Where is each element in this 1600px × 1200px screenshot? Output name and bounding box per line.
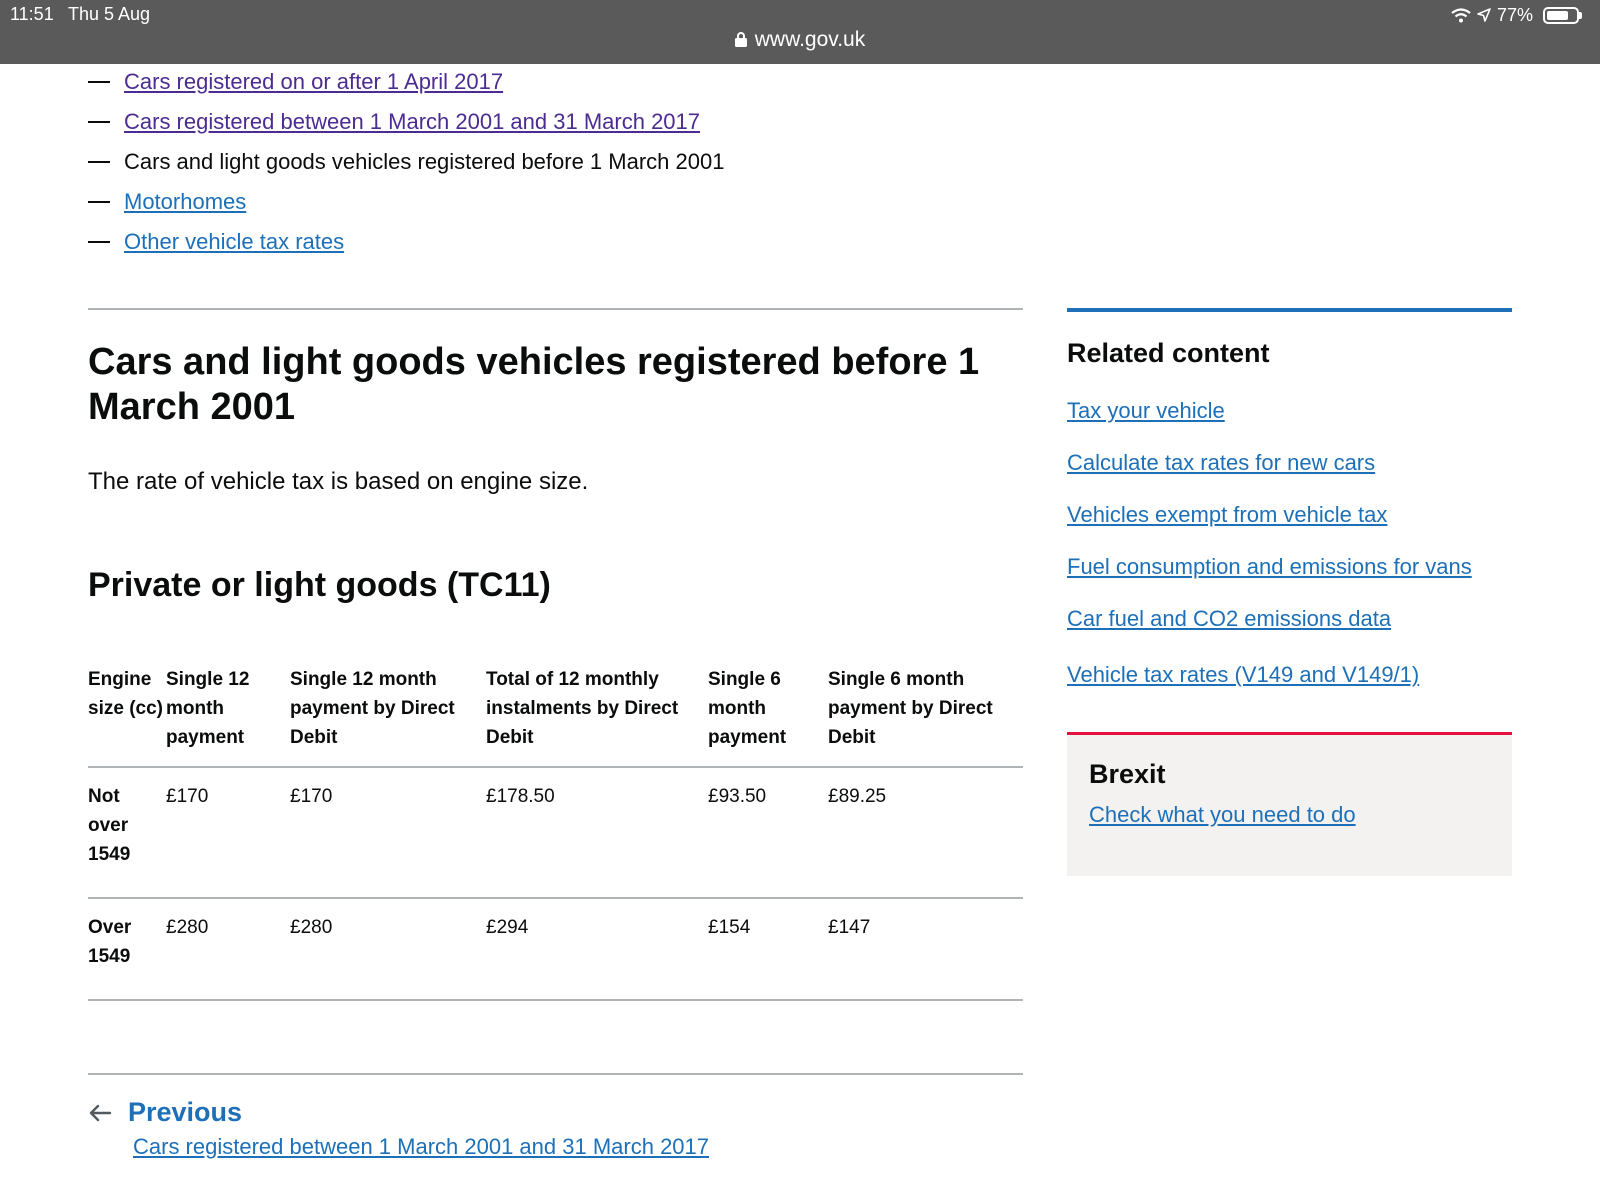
table-cell: £294 — [486, 898, 708, 1001]
main-content: Cars and light goods vehicles registered… — [88, 308, 1023, 1160]
related-link-vans[interactable]: Fuel consumption and emissions for vans — [1067, 541, 1512, 593]
related-link-co2[interactable]: Car fuel and CO2 emissions data — [1067, 593, 1512, 645]
related-divider — [1067, 308, 1512, 312]
col-total-12-dd: Total of 12 monthly instalments by Direc… — [486, 655, 708, 768]
related-title: Related content — [1067, 338, 1270, 368]
contents-item: Cars and light goods vehicles registered… — [88, 142, 724, 182]
col-engine-size: Engine size (cc) — [88, 655, 166, 768]
contents-list: Cars registered on or after 1 April 2017… — [88, 62, 724, 262]
brexit-link[interactable]: Check what you need to do — [1089, 802, 1356, 828]
table-row: Not over 1549 £170 £170 £178.50 £93.50 £… — [88, 767, 1023, 899]
col-single-6-dd: Single 6 month payment by Direct Debit — [828, 655, 1023, 768]
col-single-12: Single 12 month payment — [166, 655, 290, 768]
table-cell: £280 — [290, 898, 486, 1001]
page-title: Cars and light goods vehicles registered… — [88, 341, 980, 428]
brexit-title: Brexit — [1089, 759, 1166, 789]
status-time: 11:51 — [10, 4, 54, 24]
related-link-exempt[interactable]: Vehicles exempt from vehicle tax — [1067, 489, 1512, 541]
contents-link-motorhomes[interactable]: Motorhomes — [124, 189, 246, 215]
address-bar[interactable]: www.gov.uk — [0, 28, 1600, 52]
brexit-callout: Brexit Check what you need to do — [1067, 732, 1512, 876]
contents-link-other-rates[interactable]: Other vehicle tax rates — [124, 229, 344, 255]
table-cell: £154 — [708, 898, 828, 1001]
previous-page-link[interactable]: Cars registered between 1 March 2001 and… — [133, 1134, 1023, 1160]
col-single-6: Single 6 month payment — [708, 655, 828, 768]
contents-item: Cars registered between 1 March 2001 and… — [88, 102, 724, 142]
status-bar: 11:51 Thu 5 Aug www.gov.uk 77% — [0, 0, 1600, 64]
col-single-12-dd: Single 12 month payment by Direct Debit — [290, 655, 486, 768]
table-cell: £280 — [166, 898, 290, 1001]
table-cell: £93.50 — [708, 767, 828, 899]
lock-icon — [734, 32, 747, 47]
status-right: 77% — [1451, 4, 1582, 26]
table-cell: £170 — [290, 767, 486, 899]
table-cell: £178.50 — [486, 767, 708, 899]
battery-level — [1547, 10, 1568, 20]
contents-link-2017[interactable]: Cars registered on or after 1 April 2017 — [124, 69, 503, 95]
pagination-previous: Previous Cars registered between 1 March… — [88, 1073, 1023, 1160]
dash-icon — [88, 161, 110, 163]
battery-icon — [1543, 6, 1579, 24]
contents-item: Other vehicle tax rates — [88, 222, 724, 262]
contents-link-2001-2017[interactable]: Cars registered between 1 March 2001 and… — [124, 109, 700, 135]
row-engine-size: Not over 1549 — [88, 767, 166, 899]
related-link-tax-your-vehicle[interactable]: Tax your vehicle — [1067, 385, 1512, 437]
section-divider — [88, 308, 1023, 310]
wifi-icon — [1451, 7, 1471, 22]
contents-item: Motorhomes — [88, 182, 724, 222]
table-heading: Private or light goods (TC11) — [88, 566, 551, 604]
related-link-calculate-rates[interactable]: Calculate tax rates for new cars — [1067, 437, 1512, 489]
row-engine-size: Over 1549 — [88, 898, 166, 1001]
table-row: Over 1549 £280 £280 £294 £154 £147 — [88, 898, 1023, 1001]
dash-icon — [88, 81, 110, 83]
related-links: Tax your vehicle Calculate tax rates for… — [1067, 385, 1512, 701]
dash-icon — [88, 201, 110, 203]
battery-percent: 77% — [1496, 4, 1533, 25]
lead-paragraph: The rate of vehicle tax is based on engi… — [88, 468, 589, 495]
related-link-v149[interactable]: Vehicle tax rates (V149 and V149/1) — [1067, 649, 1512, 701]
contents-item: Cars registered on or after 1 April 2017 — [88, 62, 724, 102]
table-header-row: Engine size (cc) Single 12 month payment… — [88, 655, 1023, 768]
table-cell: £89.25 — [828, 767, 1023, 899]
table-cell: £147 — [828, 898, 1023, 1001]
status-date: Thu 5 Aug — [68, 4, 151, 24]
dash-icon — [88, 121, 110, 123]
address-url: www.gov.uk — [754, 28, 866, 51]
battery-tip — [1579, 11, 1582, 19]
location-arrow-icon — [1477, 8, 1491, 22]
dash-icon — [88, 241, 110, 243]
rates-table: Engine size (cc) Single 12 month payment… — [88, 655, 1023, 1001]
table-cell: £170 — [166, 767, 290, 899]
related-content: Related content Tax your vehicle Calcula… — [1067, 308, 1512, 701]
previous-button[interactable]: Previous — [88, 1097, 1023, 1128]
arrow-left-icon — [89, 1104, 112, 1121]
contents-current: Cars and light goods vehicles registered… — [124, 149, 725, 174]
previous-label: Previous — [128, 1097, 243, 1127]
